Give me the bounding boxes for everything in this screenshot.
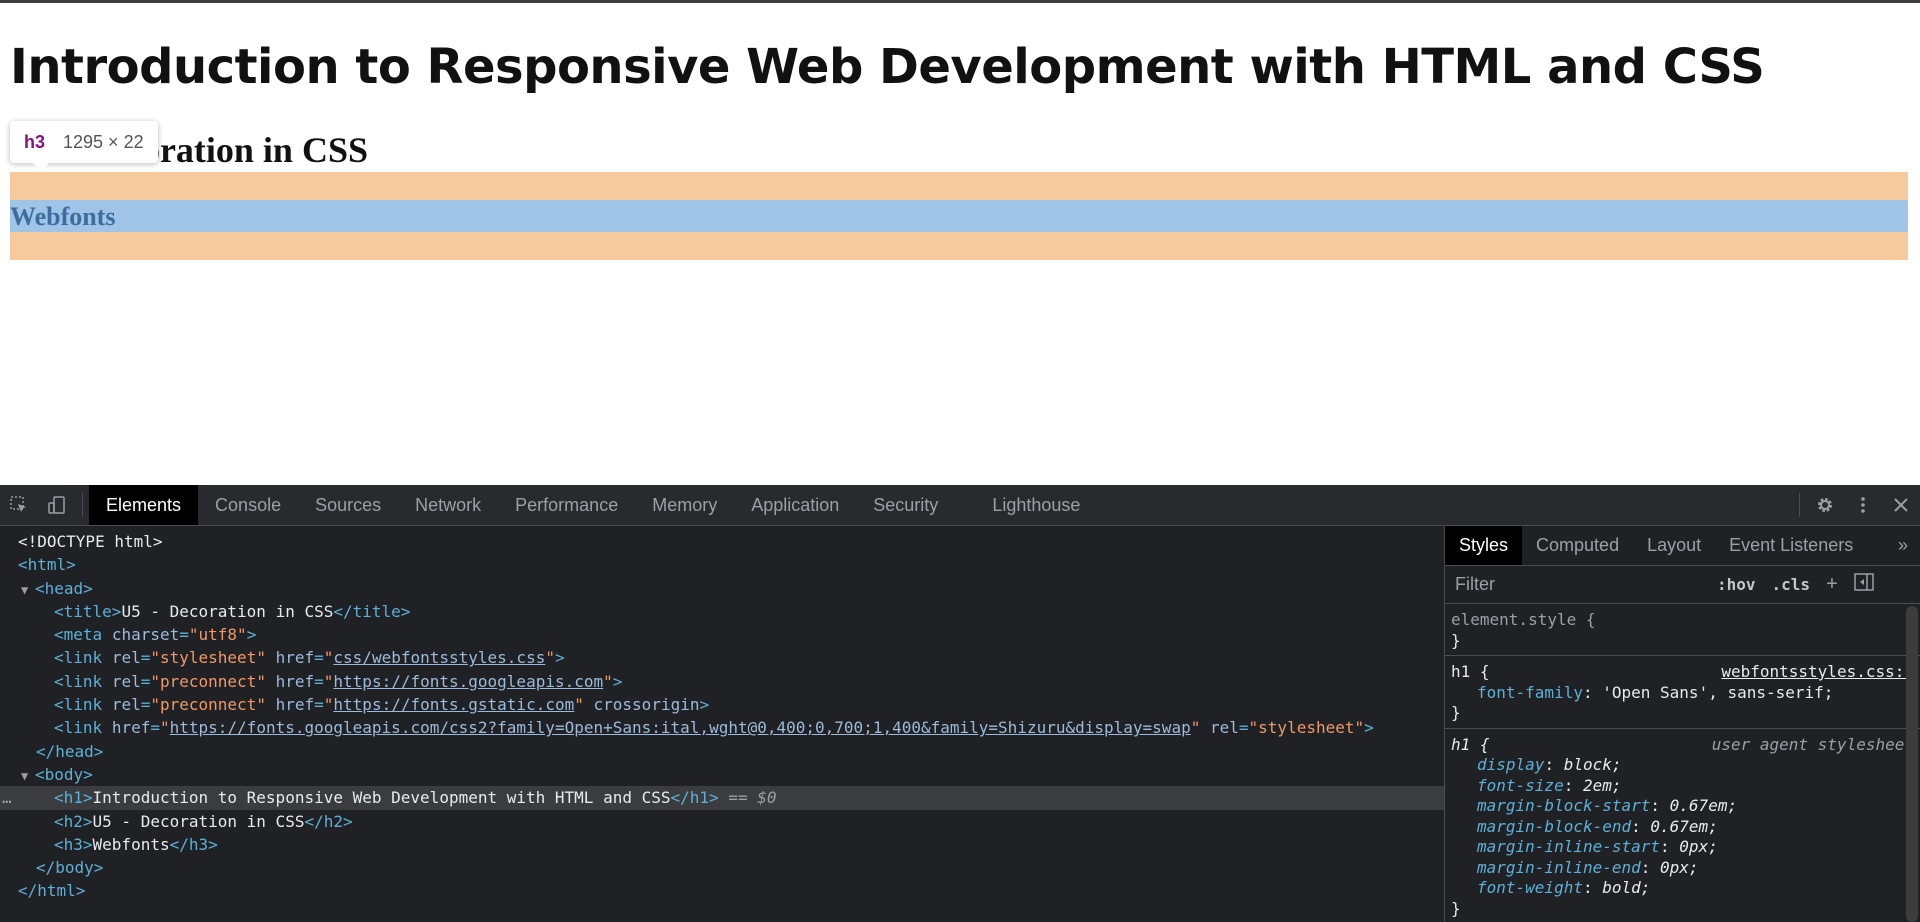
close-icon[interactable] xyxy=(1882,485,1920,525)
tab-event-listeners[interactable]: Event Listeners xyxy=(1715,526,1867,565)
link-href[interactable]: https://fonts.gstatic.com xyxy=(333,695,574,714)
page-h3: Webfonts xyxy=(10,202,116,231)
more-tabs-icon[interactable]: » xyxy=(1886,526,1920,565)
tab-styles[interactable]: Styles xyxy=(1445,526,1523,565)
tab-memory[interactable]: Memory xyxy=(635,485,734,525)
dom-line-body[interactable]: ▼ <body> xyxy=(0,763,1444,786)
dom-line-html-close[interactable]: </html> xyxy=(0,879,1444,902)
tab-application[interactable]: Application xyxy=(734,485,856,525)
css-declaration: margin-block-start: 0.67em; xyxy=(1477,796,1738,815)
dom-line-h2[interactable]: <h2>U5 - Decoration in CSS</h2> xyxy=(0,810,1444,833)
rule-close-brace: } xyxy=(1451,703,1461,722)
tab-security[interactable]: Security xyxy=(856,485,955,525)
css-declaration: margin-block-end: 0.67em; xyxy=(1477,816,1718,836)
devtools-panel: Elements Console Sources Network Perform… xyxy=(0,485,1920,922)
rule-h1-user-agent[interactable]: user agent stylesheet h1 { display: bloc… xyxy=(1445,729,1920,922)
dom-line-h3[interactable]: <h3>Webfonts</h3> xyxy=(0,833,1444,856)
css-declaration[interactable]: font-family: 'Open Sans', sans-serif; xyxy=(1451,683,1914,704)
tab-console[interactable]: Console xyxy=(198,485,298,525)
link-href[interactable]: https://fonts.googleapis.com xyxy=(333,672,603,691)
dom-line-head-close[interactable]: </head> xyxy=(0,740,1444,763)
dom-tree[interactable]: <!DOCTYPE html> <html> ▼ <head> <title>U5… xyxy=(0,526,1444,922)
add-rule-icon[interactable]: + xyxy=(1822,573,1842,596)
devtools-toolbar: Elements Console Sources Network Perform… xyxy=(0,485,1920,526)
dom-line-link-preconnect-1[interactable]: <link rel="preconnect" href="https://fon… xyxy=(0,670,1444,693)
hov-button[interactable]: :hov xyxy=(1713,575,1760,594)
dom-line-h1-selected[interactable]: … <h1>Introduction to Responsive Web Deve… xyxy=(0,786,1444,810)
toolbar-separator xyxy=(82,493,83,517)
tab-lighthouse[interactable]: Lighthouse xyxy=(975,485,1097,525)
toolbar-separator xyxy=(1799,493,1800,517)
css-declaration: font-size: 2em; xyxy=(1477,775,1622,795)
inspect-tooltip: h3 1295 × 22 xyxy=(10,121,158,171)
expand-triangle-icon[interactable]: ▼ xyxy=(21,765,35,788)
dom-line-doctype[interactable]: <!DOCTYPE html> xyxy=(0,530,1444,553)
dom-line-head[interactable]: ▼ <head> xyxy=(0,577,1444,600)
device-toggle-icon[interactable] xyxy=(38,485,76,525)
tab-sources[interactable]: Sources xyxy=(298,485,398,525)
css-declaration: margin-inline-end: 0px; xyxy=(1477,857,1699,877)
dom-line-meta[interactable]: <meta charset="utf8"> xyxy=(0,623,1444,646)
kebab-menu-icon[interactable] xyxy=(1844,485,1882,525)
tooltip-tag: h3 xyxy=(24,131,46,152)
css-declaration: margin-inline-start: 0px; xyxy=(1477,837,1718,856)
dom-line-link-fonts[interactable]: <link href="https://fonts.googleapis.com… xyxy=(0,716,1444,739)
rule-element-style[interactable]: element.style { } xyxy=(1445,604,1920,656)
styles-filter-input[interactable] xyxy=(1451,570,1705,599)
dom-line-link-stylesheet[interactable]: <link rel="stylesheet" href="css/webfont… xyxy=(0,646,1444,669)
styles-filter-bar: :hov .cls + xyxy=(1445,566,1920,604)
rule-source-label: user agent stylesheet xyxy=(1711,734,1914,754)
dom-line-html[interactable]: <html> xyxy=(0,553,1444,576)
styles-scrollbar[interactable] xyxy=(1906,606,1918,922)
css-declaration: display: block; xyxy=(1477,755,1622,774)
tooltip-size: 1295 × 22 xyxy=(63,131,144,152)
rule-close-brace: } xyxy=(1451,630,1461,650)
page-h1: Introduction to Responsive Web Developme… xyxy=(10,39,1765,95)
css-declaration: font-weight: bold; xyxy=(1477,878,1651,897)
inspect-element-icon[interactable] xyxy=(0,485,38,525)
tab-computed[interactable]: Computed xyxy=(1522,526,1633,565)
link-href[interactable]: css/webfontsstyles.css xyxy=(333,648,545,667)
dom-line-title[interactable]: <title>U5 - Decoration in CSS</title> xyxy=(0,600,1444,623)
cls-button[interactable]: .cls xyxy=(1768,575,1815,594)
rule-close-brace: } xyxy=(1451,898,1461,918)
dom-line-body-close[interactable]: </body> xyxy=(0,856,1444,879)
toggle-sidebar-icon[interactable] xyxy=(1850,572,1878,597)
tab-layout[interactable]: Layout xyxy=(1633,526,1715,565)
h3-content-highlight xyxy=(10,200,1908,232)
tab-elements[interactable]: Elements xyxy=(89,485,199,525)
page-viewport: Introduction to Responsive Web Developme… xyxy=(0,0,1920,485)
tab-network[interactable]: Network xyxy=(398,485,498,525)
more-options-icon[interactable]: … xyxy=(2,786,12,809)
expand-triangle-icon[interactable]: ▼ xyxy=(21,579,35,602)
h3-margin-top-highlight xyxy=(10,172,1908,200)
rule-selector: element.style { xyxy=(1451,610,1596,629)
h3-margin-bottom-highlight xyxy=(10,232,1908,260)
dom-line-link-preconnect-2[interactable]: <link rel="preconnect" href="https://fon… xyxy=(0,693,1444,716)
rule-h1-author[interactable]: webfontsstyles.css:1 h1 { font-family: '… xyxy=(1445,656,1920,729)
styles-tabs: Styles Computed Layout Event Listeners » xyxy=(1445,526,1920,566)
rule-source-link[interactable]: webfontsstyles.css:1 xyxy=(1721,662,1914,683)
tab-performance[interactable]: Performance xyxy=(498,485,635,525)
gear-icon[interactable] xyxy=(1806,485,1844,525)
link-href[interactable]: https://fonts.googleapis.com/css2?family… xyxy=(170,718,1191,737)
styles-pane: Styles Computed Layout Event Listeners »… xyxy=(1444,526,1920,922)
